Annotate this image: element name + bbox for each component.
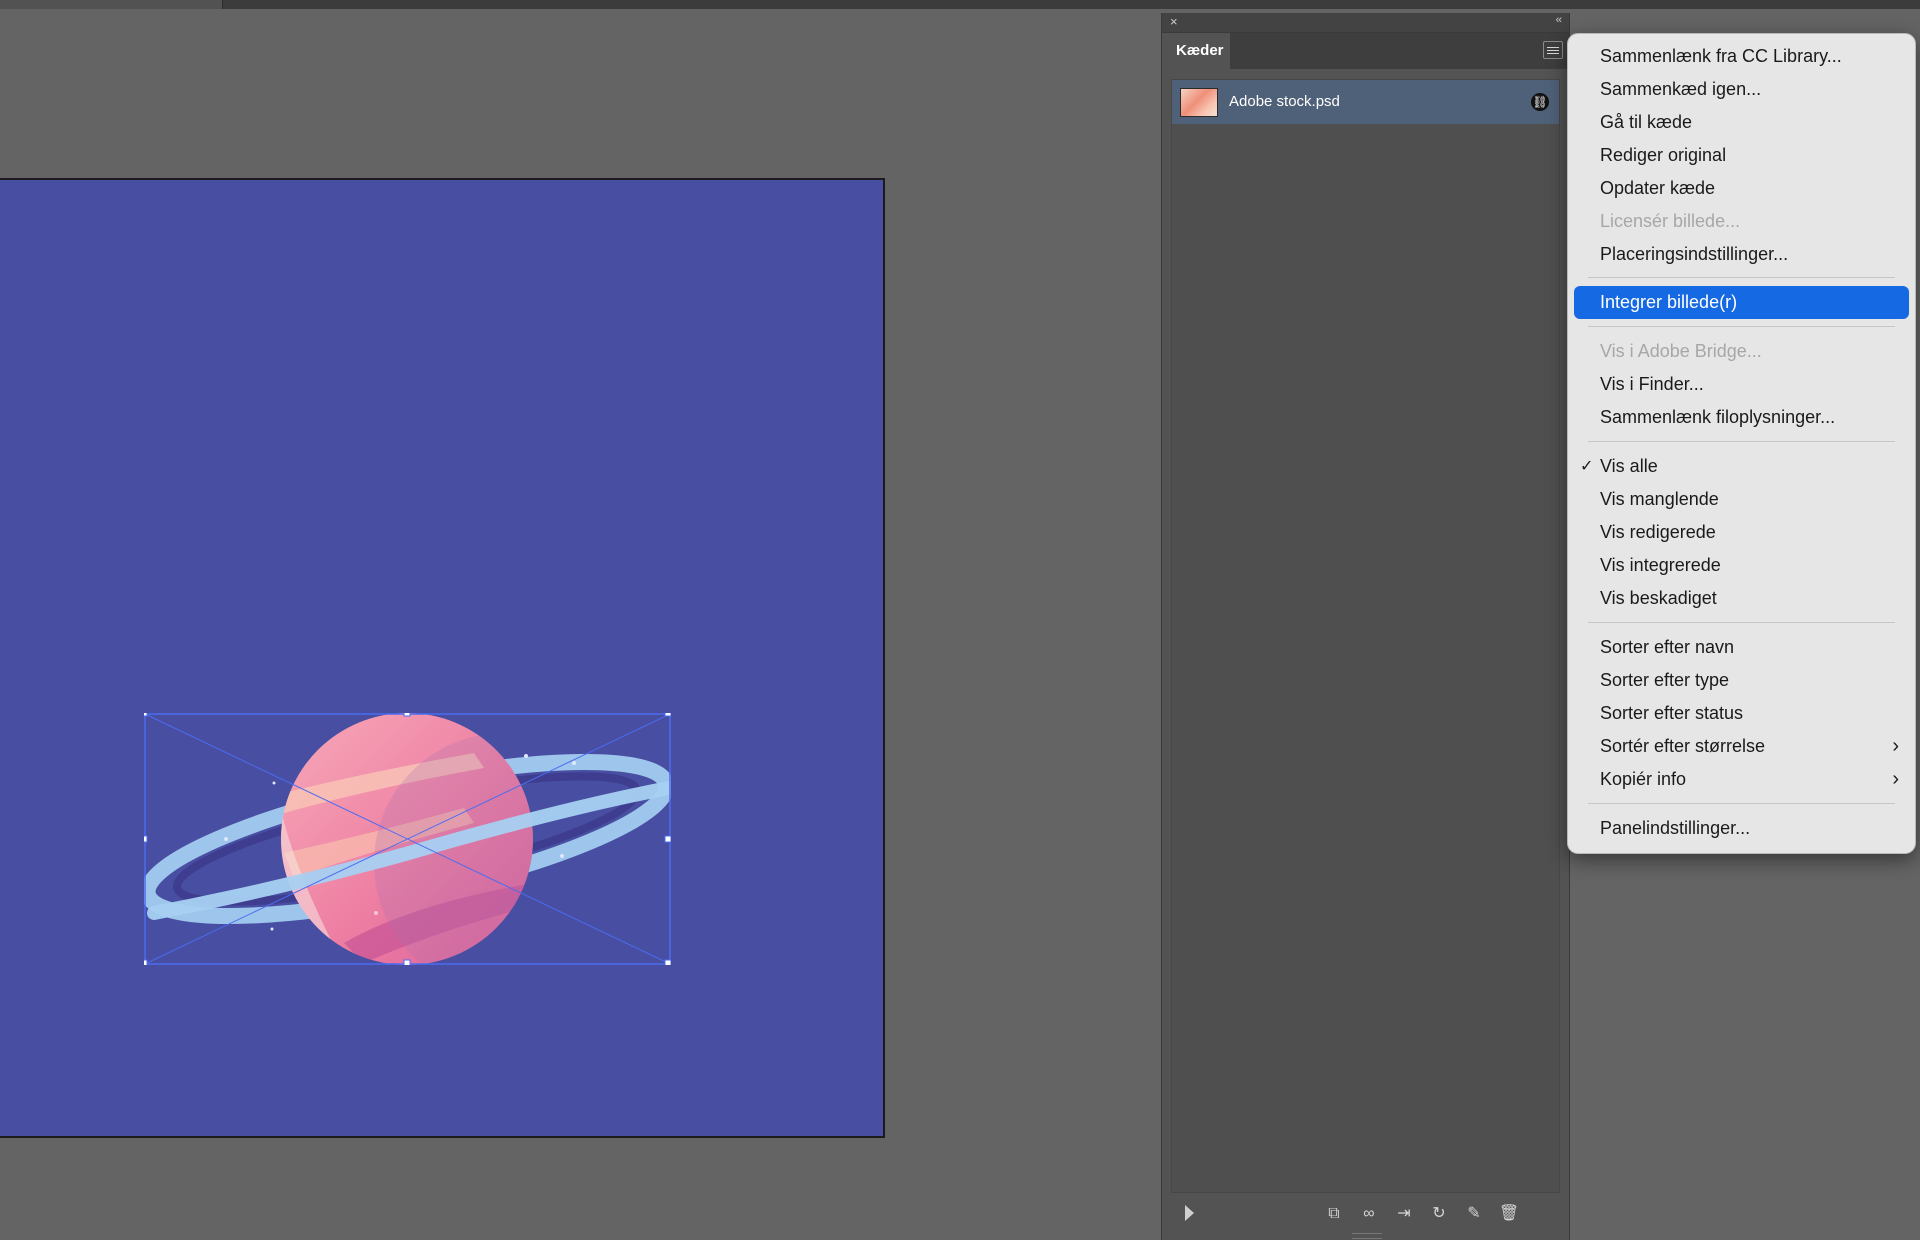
- panel-context-menu: Sammenlænk fra CC Library... Sammenkæd i…: [1567, 33, 1916, 854]
- panel-header: × ‹‹: [1162, 13, 1569, 33]
- menu-item-sort-type[interactable]: Sorter efter type: [1568, 664, 1915, 697]
- menu-item-link-file-info[interactable]: Sammenlænk filoplysninger...: [1568, 401, 1915, 434]
- menu-separator: [1588, 622, 1895, 623]
- menu-item-panel-options[interactable]: Panelindstillinger...: [1568, 812, 1915, 845]
- chevron-right-icon: ›: [1892, 768, 1899, 790]
- panel-footer: ⧉ ∞ ⇥ ↻ ✎ 🗑: [1171, 1201, 1560, 1227]
- menu-separator: [1588, 277, 1895, 278]
- links-list: Adobe stock.psd ⛓: [1171, 79, 1560, 1193]
- menu-item-show-all[interactable]: ✓ Vis alle: [1568, 450, 1915, 483]
- menu-separator: [1588, 326, 1895, 327]
- menu-item-reveal-finder[interactable]: Vis i Finder...: [1568, 368, 1915, 401]
- thumbnail: [1180, 88, 1218, 117]
- menu-item-copy-info[interactable]: Kopiér info ›: [1568, 763, 1915, 796]
- placed-image-selection[interactable]: [144, 713, 671, 965]
- menu-item-placement-options[interactable]: Placeringsindstillinger...: [1568, 238, 1915, 271]
- menu-item-license-image: Licensér billede...: [1600, 211, 1741, 231]
- menu-item-reveal-bridge: Vis i Adobe Bridge...: [1600, 341, 1762, 361]
- update-link-icon[interactable]: ↻: [1428, 1203, 1450, 1225]
- chevron-right-icon: ›: [1892, 735, 1899, 757]
- menu-item-show-modified[interactable]: Vis redigerede: [1568, 516, 1915, 549]
- document-tab[interactable]: [0, 0, 223, 9]
- relink-icon[interactable]: ∞: [1358, 1203, 1380, 1225]
- link-icon: ⛓: [1531, 93, 1549, 111]
- menu-item-embed-images[interactable]: Integrer billede(r): [1574, 286, 1909, 319]
- menu-item-edit-original[interactable]: Rediger original: [1568, 139, 1915, 172]
- collapse-icon[interactable]: ‹‹: [1556, 14, 1562, 26]
- artboard[interactable]: [0, 178, 885, 1138]
- cc-library-relink-icon[interactable]: ⧉: [1323, 1203, 1345, 1225]
- menu-item-sort-size[interactable]: Sortér efter størrelse ›: [1568, 730, 1915, 763]
- goto-link-icon[interactable]: ⇥: [1393, 1203, 1415, 1225]
- links-panel: × ‹‹ Kæder Adobe stock.psd ⛓ ⧉ ∞ ⇥ ↻ ✎ 🗑: [1161, 13, 1570, 1240]
- link-filename: Adobe stock.psd: [1229, 93, 1340, 110]
- document-tab-bar: [0, 0, 1920, 9]
- edit-original-icon[interactable]: ✎: [1463, 1203, 1485, 1225]
- menu-separator: [1588, 803, 1895, 804]
- menu-separator: [1588, 441, 1895, 442]
- panel-tab-bar: Kæder: [1162, 33, 1569, 69]
- menu-item-relink-cc-library[interactable]: Sammenlænk fra CC Library...: [1568, 40, 1915, 73]
- close-icon[interactable]: ×: [1170, 14, 1178, 29]
- hamburger-icon[interactable]: [1543, 41, 1563, 59]
- planet-illustration: [144, 713, 671, 965]
- menu-item-sort-status[interactable]: Sorter efter status: [1568, 697, 1915, 730]
- menu-item-show-missing[interactable]: Vis manglende: [1568, 483, 1915, 516]
- play-icon[interactable]: [1185, 1205, 1194, 1221]
- menu-item-goto-link[interactable]: Gå til kæde: [1568, 106, 1915, 139]
- menu-item-show-embedded[interactable]: Vis integrerede: [1568, 549, 1915, 582]
- menu-item-update-link[interactable]: Opdater kæde: [1568, 172, 1915, 205]
- tab-links[interactable]: Kæder: [1162, 33, 1230, 69]
- menu-item-relink[interactable]: Sammenkæd igen...: [1568, 73, 1915, 106]
- menu-item-show-broken[interactable]: Vis beskadiget: [1568, 582, 1915, 615]
- checkmark-icon: ✓: [1580, 458, 1594, 475]
- delete-icon[interactable]: 🗑: [1498, 1203, 1520, 1225]
- list-item[interactable]: Adobe stock.psd ⛓: [1172, 80, 1559, 124]
- resize-grip[interactable]: [1352, 1233, 1382, 1239]
- menu-item-sort-name[interactable]: Sorter efter navn: [1568, 631, 1915, 664]
